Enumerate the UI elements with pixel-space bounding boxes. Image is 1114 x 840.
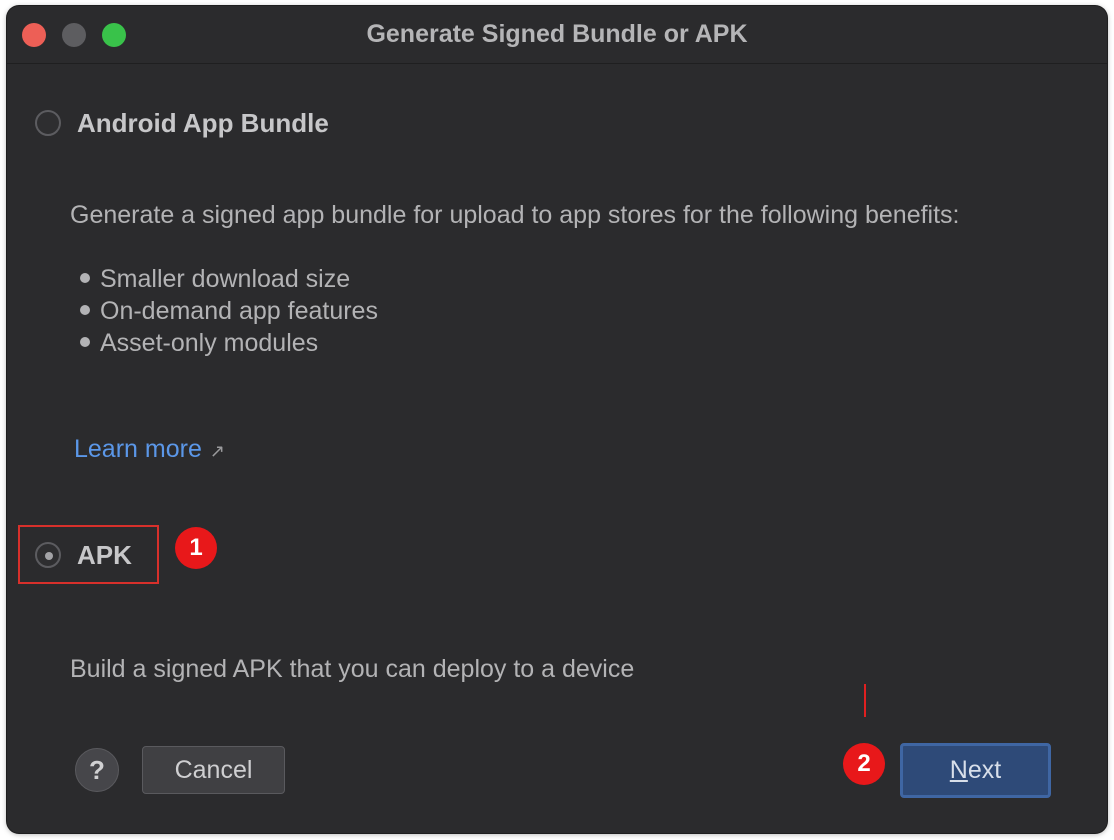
bullet-icon xyxy=(80,337,90,347)
apk-highlight-box xyxy=(18,525,159,584)
benefit-text: Smaller download size xyxy=(100,265,351,293)
external-link-arrow-icon: ↗ xyxy=(209,441,225,461)
help-button[interactable]: ? xyxy=(75,748,119,792)
bundle-radio[interactable] xyxy=(35,110,61,136)
learn-more-label[interactable]: Learn more xyxy=(74,435,202,463)
step-2-marker: 2 xyxy=(843,743,885,785)
benefits-list: Smaller download size On-demand app feat… xyxy=(77,263,378,359)
benefit-text: Asset-only modules xyxy=(100,329,319,357)
apk-description: Build a signed APK that you can deploy t… xyxy=(70,655,635,683)
list-item: On-demand app features xyxy=(77,295,378,327)
title-bar: Generate Signed Bundle or APK xyxy=(7,6,1107,64)
list-item: Asset-only modules xyxy=(77,327,378,359)
learn-more-link[interactable]: Learn more ↗ xyxy=(74,435,225,464)
window-title: Generate Signed Bundle or APK xyxy=(366,20,748,48)
list-item: Smaller download size xyxy=(77,263,378,295)
dialog-window: Generate Signed Bundle or APK Android Ap… xyxy=(7,6,1107,833)
cancel-button[interactable]: Cancel xyxy=(142,746,285,794)
annotation-pointer-line xyxy=(864,684,866,717)
bullet-icon xyxy=(80,273,90,283)
next-label-rest: ext xyxy=(967,756,1002,784)
step-1-marker: 1 xyxy=(175,527,217,569)
benefit-text: On-demand app features xyxy=(100,297,378,325)
bundle-description: Generate a signed app bundle for upload … xyxy=(70,201,960,229)
next-button[interactable]: Next xyxy=(900,743,1051,798)
next-mnemonic: N xyxy=(949,756,968,784)
bundle-radio-label[interactable]: Android App Bundle xyxy=(77,108,329,139)
bullet-icon xyxy=(80,305,90,315)
